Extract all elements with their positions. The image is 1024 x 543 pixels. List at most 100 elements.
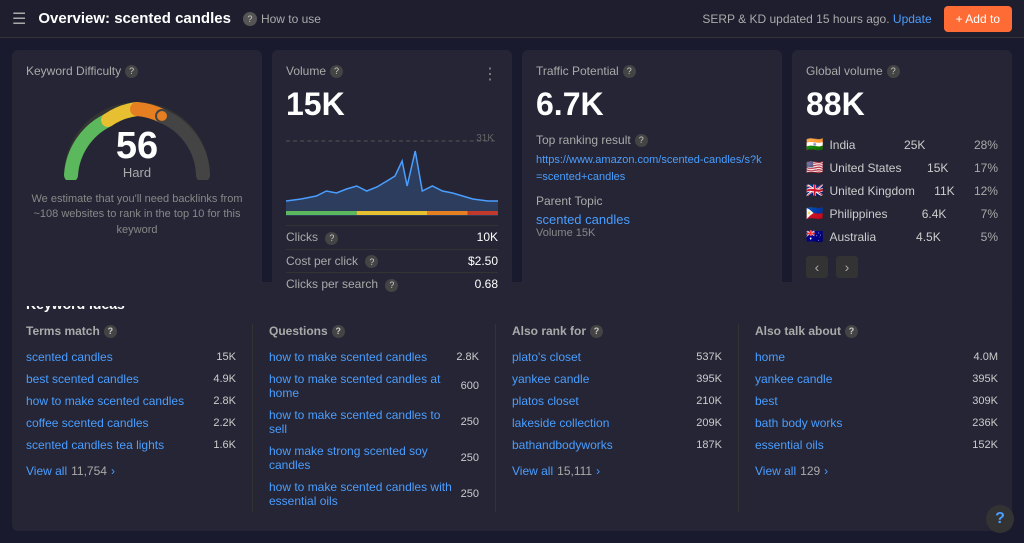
update-button[interactable]: Update: [893, 12, 932, 26]
main-content: Keyword Difficulty ?: [0, 38, 1024, 543]
kw-volume: 210K: [696, 395, 722, 407]
also-talk-link[interactable]: yankee candle: [755, 372, 832, 386]
list-item: how to make scented candles2.8K: [269, 346, 479, 368]
country-row: 🇬🇧United Kingdom 11K 12%: [806, 179, 998, 202]
view-all-chevron-icon: ›: [111, 464, 115, 478]
volume-menu-icon[interactable]: ⋮: [482, 64, 498, 84]
prev-page-button[interactable]: ‹: [806, 256, 828, 278]
kd-level: Hard: [57, 165, 217, 180]
cps-help-icon[interactable]: ?: [385, 279, 398, 292]
kw-volume: 395K: [972, 373, 998, 385]
also-talk-link[interactable]: bath body works: [755, 416, 842, 430]
kw-question-link[interactable]: how to make scented candles at home: [269, 372, 461, 400]
kw-volume: 537K: [696, 351, 722, 363]
also-rank-header: Also rank for ?: [512, 324, 722, 338]
parent-topic-volume: Volume 15K: [536, 227, 768, 239]
global-value: 88K: [806, 86, 998, 123]
list-item: scented candles 15K: [26, 346, 236, 368]
kw-volume: 236K: [972, 417, 998, 429]
cpc-help-icon[interactable]: ?: [365, 255, 378, 268]
questions-help-icon[interactable]: ?: [332, 325, 345, 338]
also-talk-link[interactable]: essential oils: [755, 438, 824, 452]
kw-question-link[interactable]: how to make scented candles: [269, 350, 456, 364]
kw-volume: 152K: [972, 439, 998, 451]
hamburger-icon[interactable]: ☰: [12, 9, 26, 29]
chart-max-label: 31K: [476, 133, 494, 144]
kw-volume: 250: [461, 488, 479, 500]
also-rank-link[interactable]: bathandbodyworks: [512, 438, 613, 452]
help-link[interactable]: ? How to use: [243, 12, 321, 26]
country-percent: 17%: [974, 161, 998, 175]
also-rank-list: plato's closet 537K yankee candle395K plato…: [512, 346, 722, 456]
also-talk-help-icon[interactable]: ?: [845, 325, 858, 338]
kw-volume: 15K: [216, 351, 236, 363]
kw-term-link[interactable]: scented candles: [26, 350, 113, 364]
list-item: yankee candle395K: [512, 368, 722, 390]
also-talk-col: Also talk about ? home4.0Myankee candle3…: [755, 324, 998, 512]
kd-help-icon[interactable]: ?: [125, 65, 138, 78]
questions-header: Questions ?: [269, 324, 479, 338]
kd-label: Keyword Difficulty ?: [26, 64, 138, 78]
kw-volume: 2.2K: [213, 417, 236, 429]
also-rank-link[interactable]: platos closet: [512, 394, 579, 408]
kw-term-link[interactable]: best scented candles: [26, 372, 139, 386]
also-talk-link[interactable]: home: [755, 350, 785, 364]
terms-match-view-all[interactable]: View all 11,754 ›: [26, 464, 236, 478]
list-item: how make strong scented soy candles250: [269, 440, 479, 476]
cps-label: Clicks per search ?: [286, 277, 398, 292]
country-name: 🇦🇺Australia: [806, 228, 876, 245]
terms-match-help-icon[interactable]: ?: [104, 325, 117, 338]
kw-volume: 1.6K: [213, 439, 236, 451]
metrics-row: Keyword Difficulty ?: [12, 50, 1012, 270]
top-ranking-label: Top ranking result ?: [536, 133, 768, 147]
also-rank-link[interactable]: plato's closet: [512, 350, 581, 364]
kw-question-link[interactable]: how to make scented candles to sell: [269, 408, 461, 436]
also-talk-list: home4.0Myankee candle395Kbest309Kbath bo…: [755, 346, 998, 456]
volume-label: Volume ?: [286, 64, 498, 78]
country-list: 🇮🇳India 25K 28% 🇺🇸United States 15K 17% …: [806, 133, 998, 248]
kw-question-link[interactable]: how to make scented candles with essenti…: [269, 480, 461, 508]
also-talk-view-all[interactable]: View all 129 ›: [755, 464, 998, 478]
also-rank-help-icon[interactable]: ?: [590, 325, 603, 338]
also-talk-chevron-icon: ›: [824, 464, 828, 478]
kw-term-link[interactable]: how to make scented candles: [26, 394, 184, 408]
kw-term-link[interactable]: scented candles tea lights: [26, 438, 164, 452]
country-percent: 5%: [981, 230, 998, 244]
cpc-value: $2.50: [468, 254, 498, 268]
country-volume: 15K: [927, 161, 948, 175]
volume-help-icon[interactable]: ?: [330, 65, 343, 78]
top-ranking-help-icon[interactable]: ?: [635, 134, 648, 147]
questions-list: how to make scented candles2.8Khow to ma…: [269, 346, 479, 512]
kw-volume: 2.8K: [456, 351, 479, 363]
parent-topic-link[interactable]: scented candles: [536, 212, 768, 227]
topbar: ☰ Overview: scented candles ? How to use…: [0, 0, 1024, 38]
add-to-button[interactable]: + Add to: [944, 6, 1012, 32]
kw-volume: 250: [461, 452, 479, 464]
traffic-help-icon[interactable]: ?: [623, 65, 636, 78]
top-ranking-url[interactable]: https://www.amazon.com/scented-candles/s…: [536, 154, 762, 183]
clicks-help-icon[interactable]: ?: [325, 232, 338, 245]
list-item: best309K: [755, 390, 998, 412]
country-name: 🇵🇭Philippines: [806, 205, 887, 222]
kw-question-link[interactable]: how make strong scented soy candles: [269, 444, 461, 472]
list-item: how to make scented candles to sell250: [269, 404, 479, 440]
next-page-button[interactable]: ›: [836, 256, 858, 278]
list-item: lakeside collection209K: [512, 412, 722, 434]
help-question-button[interactable]: ?: [986, 505, 1014, 533]
clicks-label: Clicks ?: [286, 230, 338, 245]
also-talk-link[interactable]: best: [755, 394, 778, 408]
global-help-icon[interactable]: ?: [887, 65, 900, 78]
country-row: 🇵🇭Philippines 6.4K 7%: [806, 202, 998, 225]
serp-status: SERP & KD updated 15 hours ago. Update: [702, 12, 931, 26]
volume-value: 15K: [286, 86, 498, 123]
help-circle-icon: ?: [243, 12, 257, 26]
also-rank-view-all[interactable]: View all 15,111 ›: [512, 464, 722, 478]
country-volume: 11K: [934, 184, 954, 198]
also-rank-link[interactable]: yankee candle: [512, 372, 589, 386]
volume-stats: Clicks ? 10K Cost per click ? $2.50 Clic…: [286, 225, 498, 292]
kw-volume: 2.8K: [213, 395, 236, 407]
list-item: how to make scented candles with essenti…: [269, 476, 479, 512]
country-name: 🇺🇸United States: [806, 159, 901, 176]
kw-term-link[interactable]: coffee scented candles: [26, 416, 149, 430]
also-rank-link[interactable]: lakeside collection: [512, 416, 609, 430]
